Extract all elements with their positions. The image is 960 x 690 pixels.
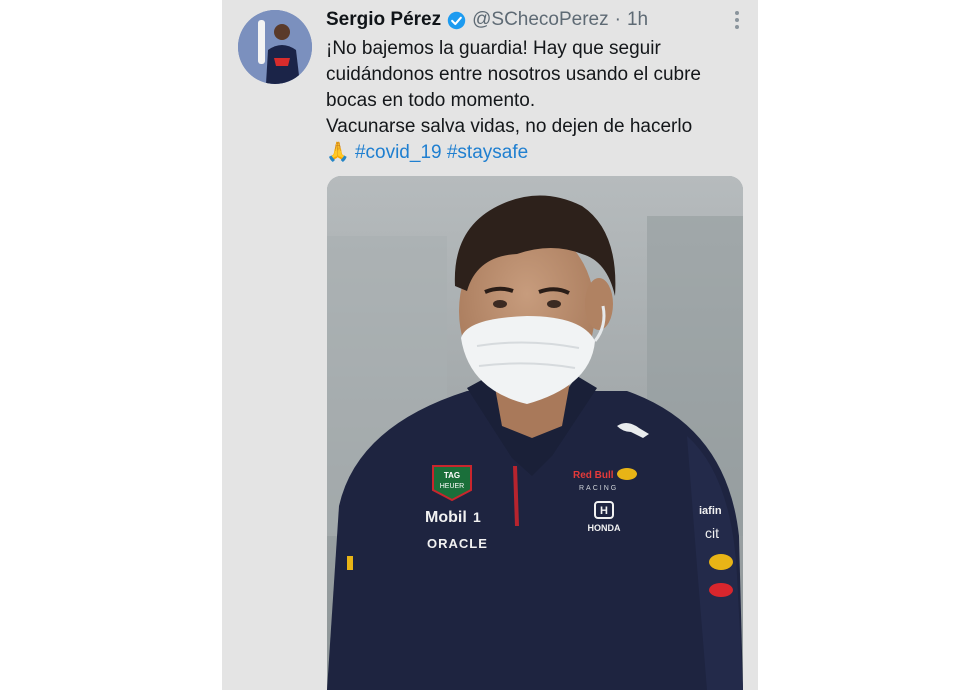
sleeve-sponsor-text: cit [705,525,719,541]
tweet-hashtag-line: 🙏 #covid_19 #staysafe [326,140,746,166]
sleeve-sponsor-text: iafin [699,505,722,517]
tweet-card[interactable]: Sergio Pérez @SChecoPerez · 1h ¡No bajem… [222,0,758,690]
verified-badge-icon [447,11,466,29]
tweet-text-line: Vacunarse salva vidas, no dejen de hacer… [326,116,693,137]
redbull-logo: Red Bull [573,470,614,481]
svg-text:H: H [600,505,608,517]
racing-text: RACING [579,485,618,492]
photo-image: TAG HEUER Mobil 1 ORACLE Red Bull RACING… [327,176,743,690]
tweet-timestamp[interactable]: 1h [627,9,648,31]
tweet-photo[interactable]: TAG HEUER Mobil 1 ORACLE Red Bull RACING… [327,176,743,690]
author-handle[interactable]: @SChecoPerez [472,9,609,31]
tweet-text-line: ¡No bajemos la guardia! Hay que seguir c… [326,38,701,111]
author-name[interactable]: Sergio Pérez [326,9,441,31]
hashtag-link[interactable]: #covid_19 [355,142,442,163]
avatar-image [238,10,312,84]
oracle-logo: ORACLE [427,536,488,551]
more-options-icon[interactable] [734,10,740,30]
mobil-logo: 1 [473,509,481,525]
author-avatar[interactable] [238,10,312,84]
tweet-header: Sergio Pérez @SChecoPerez · 1h [326,8,746,32]
tag-heuer-logo: TAG [444,471,460,480]
pray-emoji: 🙏 [326,142,350,163]
tag-heuer-logo: HEUER [440,483,465,490]
tweet-text: ¡No bajemos la guardia! Hay que seguir c… [326,36,746,166]
honda-logo: HONDA [588,523,621,533]
hashtag-link[interactable]: #staysafe [447,142,528,163]
separator-dot: · [614,9,621,30]
mobil-logo: Mobil [425,509,467,526]
